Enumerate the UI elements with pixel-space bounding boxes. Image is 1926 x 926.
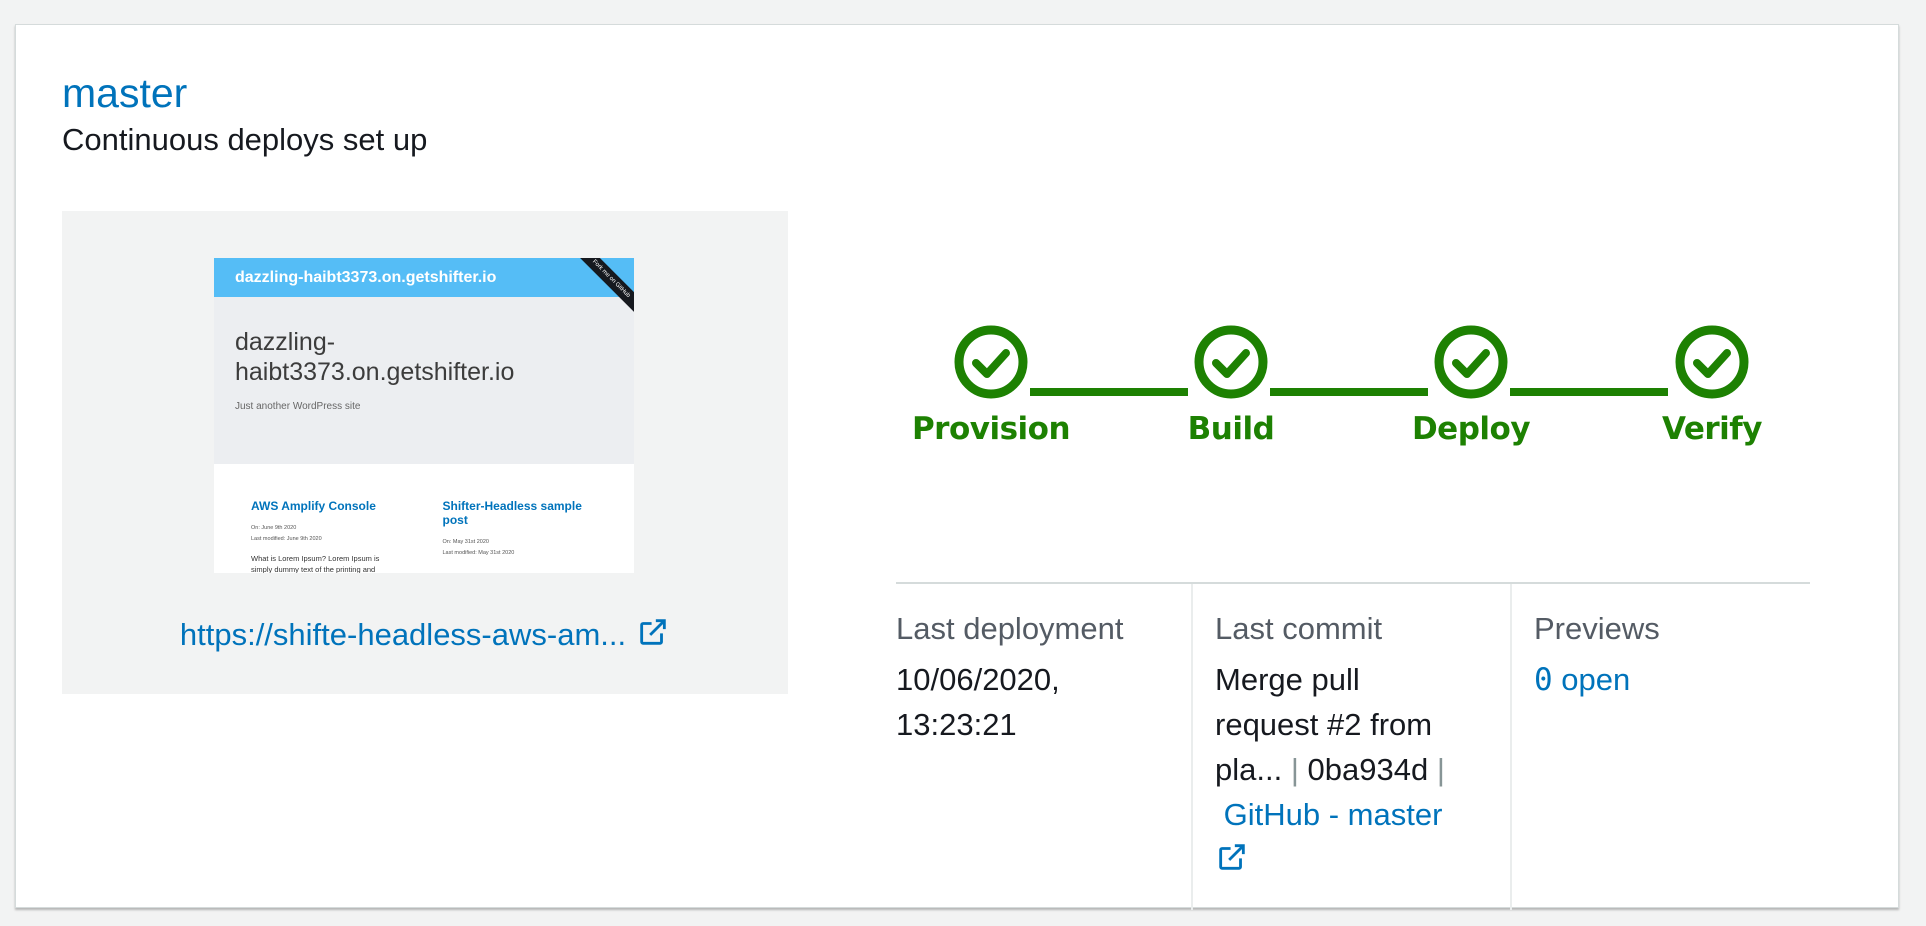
branch-card: master Continuous deploys set up dazzlin… — [15, 24, 1899, 910]
site-screenshot-thumbnail[interactable]: dazzling-haibt3373.on.getshifter.io Fork… — [214, 258, 634, 573]
thumbnail-post-title: Shifter-Headless sample post — [442, 499, 582, 527]
thumbnail-hero-tagline: Just another WordPress site — [235, 401, 361, 412]
thumbnail-hero: dazzling-haibt3373.on.getshifter.io Just… — [214, 297, 634, 464]
commit-repo-link[interactable]: GitHub - master — [1224, 797, 1443, 832]
check-circle-icon — [1434, 325, 1508, 399]
deployment-pipeline: Provision Build Deploy Verify — [896, 325, 1776, 465]
thumbnail-site-bar: dazzling-haibt3373.on.getshifter.io — [214, 258, 634, 297]
previews-column: Previews 0 open — [1534, 584, 1814, 910]
commit-message-line: request #2 from — [1215, 707, 1433, 742]
column-separator — [1191, 584, 1193, 910]
previews-open-link[interactable]: 0 open — [1534, 662, 1631, 698]
thumbnail-post-date: On: June 9th 2020 — [251, 525, 297, 531]
external-link-icon[interactable] — [636, 615, 670, 657]
step-label: Verify — [1662, 411, 1762, 447]
thumbnail-post-excerpt: What is Lorem Ipsum? Lorem Ipsum is simp… — [251, 554, 380, 573]
external-link-icon[interactable] — [1215, 842, 1249, 877]
branch-name-link[interactable]: master — [62, 69, 187, 118]
pipeline-step-verify[interactable]: Verify — [1622, 325, 1802, 447]
column-separator — [1510, 584, 1512, 910]
pipeline-step-deploy[interactable]: Deploy — [1381, 325, 1561, 447]
previews-label: Previews — [1534, 611, 1660, 646]
step-label: Deploy — [1411, 411, 1531, 447]
thumbnail-post-meta: On: May 31st 2020 Last modified: May 31s… — [443, 537, 635, 559]
last-deployment-time: 13:23:21 — [896, 707, 1017, 742]
last-deployment-label: Last deployment — [896, 611, 1124, 646]
previews-value: 0 open — [1534, 657, 1814, 703]
branch-status: Continuous deploys set up — [62, 122, 428, 157]
check-circle-icon — [1675, 325, 1749, 399]
step-label: Build — [1187, 411, 1275, 447]
thumbnail-post-modified: Last modified: May 31st 2020 — [442, 550, 515, 556]
last-commit-label: Last commit — [1215, 611, 1383, 646]
thumbnail-post-modified: Last modified: June 9th 2020 — [251, 536, 322, 542]
commit-separator: | — [1290, 752, 1299, 787]
domain-url-link[interactable]: https://shifte-headless-aws-am... — [180, 617, 626, 652]
step-label: Provision — [911, 411, 1071, 447]
thumbnail-post-meta: On: June 9th 2020 Last modified: June 9t… — [251, 523, 443, 545]
thumbnail-post: AWS Amplify Console On: June 9th 2020 La… — [251, 499, 443, 573]
pipeline-step-provision[interactable]: Provision — [901, 325, 1081, 447]
previews-count: 0 — [1534, 662, 1553, 698]
thumbnail-posts: AWS Amplify Console On: June 9th 2020 La… — [214, 464, 634, 573]
commit-message-line: Merge pull — [1215, 662, 1360, 697]
last-commit-column: Last commit Merge pull request #2 from p… — [1215, 584, 1505, 910]
thumbnail-post-title: AWS Amplify Console — [251, 499, 376, 513]
preview-panel: dazzling-haibt3373.on.getshifter.io Fork… — [62, 211, 788, 694]
last-deployment-value: 10/06/2020, 13:23:21 — [896, 657, 1186, 747]
pipeline-step-build[interactable]: Build — [1141, 325, 1321, 447]
check-circle-icon — [1194, 325, 1268, 399]
thumbnail-hero-title: dazzling-haibt3373.on.getshifter.io — [235, 328, 515, 386]
commit-message-line: pla... — [1215, 752, 1283, 787]
check-circle-icon — [954, 325, 1028, 399]
domain-url: https://shifte-headless-aws-am... — [62, 615, 788, 657]
thumbnail-post: Shifter-Headless sample post On: May 31s… — [443, 499, 635, 573]
thumbnail-post-date: On: May 31st 2020 — [442, 539, 489, 545]
last-deployment-column: Last deployment 10/06/2020, 13:23:21 — [896, 584, 1186, 910]
commit-hash: 0ba934d — [1307, 752, 1429, 787]
last-deployment-date: 10/06/2020, — [896, 662, 1060, 697]
previews-open-text: open — [1561, 662, 1631, 697]
last-commit-value: Merge pull request #2 from pla... | 0ba9… — [1215, 657, 1505, 882]
commit-separator: | — [1436, 752, 1445, 787]
